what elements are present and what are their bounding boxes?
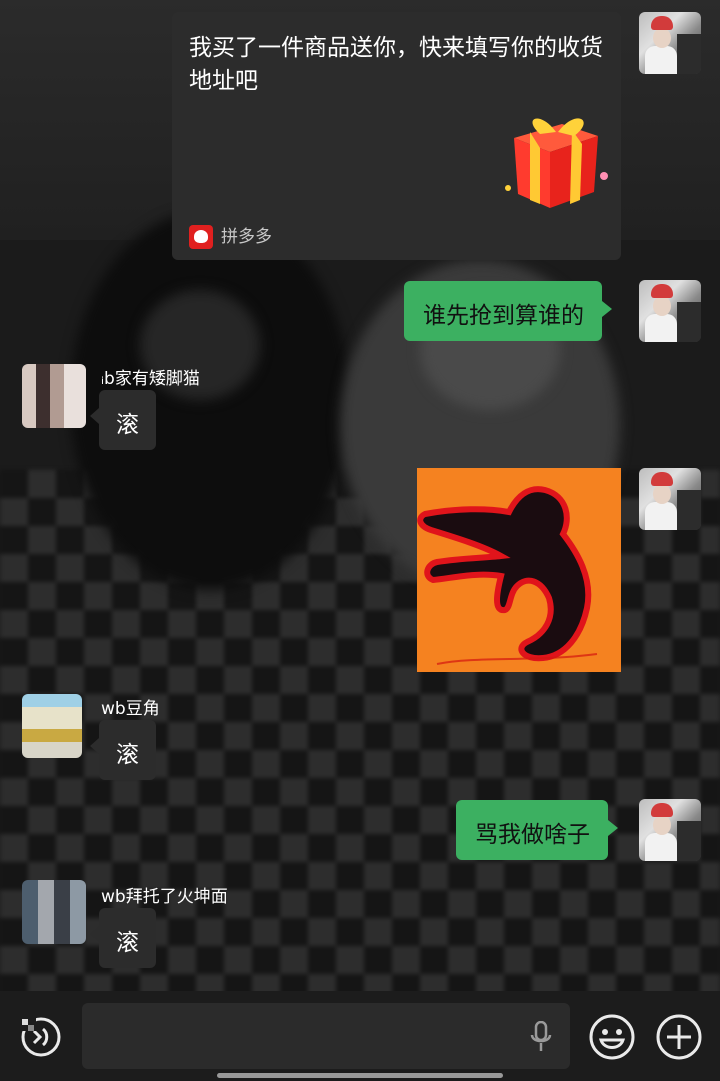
contact-message-bubble[interactable]: 滚 — [90, 908, 156, 968]
message-input[interactable] — [82, 1003, 570, 1069]
message-text: 滚 — [116, 742, 139, 768]
card-source-label: 拼多多 — [221, 227, 272, 247]
contact-message-bubble[interactable]: 滚 — [90, 720, 156, 780]
contact-avatar[interactable] — [22, 880, 86, 944]
message-text: 滚 — [116, 412, 139, 438]
message-text: 谁先抢到算谁的 — [423, 303, 584, 329]
self-message-bubble[interactable]: 骂我做啥子 — [456, 800, 618, 860]
gift-card-text: 我买了一件商品送你，快来填写你的收货地址吧 — [189, 35, 603, 94]
plus-circle-icon[interactable] — [655, 1013, 703, 1061]
contact-message-bubble[interactable]: 滚 — [90, 390, 156, 450]
smiley-emoji-icon[interactable] — [588, 1013, 636, 1061]
home-indicator[interactable] — [217, 1073, 503, 1078]
sender-name: wb豆角 — [101, 699, 160, 719]
card-source: 拼多多 — [189, 222, 272, 249]
voice-mode-icon[interactable] — [16, 1015, 66, 1059]
contact-avatar[interactable] — [22, 364, 86, 428]
message-text: 骂我做啥子 — [475, 822, 590, 848]
gift-card-message[interactable]: 我买了一件商品送你，快来填写你的收货地址吧 拼多多 — [172, 12, 621, 260]
self-avatar[interactable] — [639, 468, 701, 530]
self-avatar[interactable] — [639, 280, 701, 342]
sticker-image[interactable] — [417, 468, 621, 672]
pinduoduo-logo-icon — [189, 225, 213, 249]
sender-name: wb拜托了火坤面 — [101, 887, 228, 907]
self-avatar[interactable] — [639, 799, 701, 861]
message-text: 滚 — [116, 930, 139, 956]
sender-name: ᵢb家有矮脚猫 — [101, 369, 200, 389]
chat-input-bar — [0, 991, 720, 1081]
self-message-bubble[interactable]: 谁先抢到算谁的 — [404, 281, 612, 341]
microphone-icon[interactable] — [530, 1021, 552, 1053]
self-avatar[interactable] — [639, 12, 701, 74]
gift-box-icon — [505, 118, 608, 208]
contact-avatar[interactable] — [22, 694, 82, 758]
